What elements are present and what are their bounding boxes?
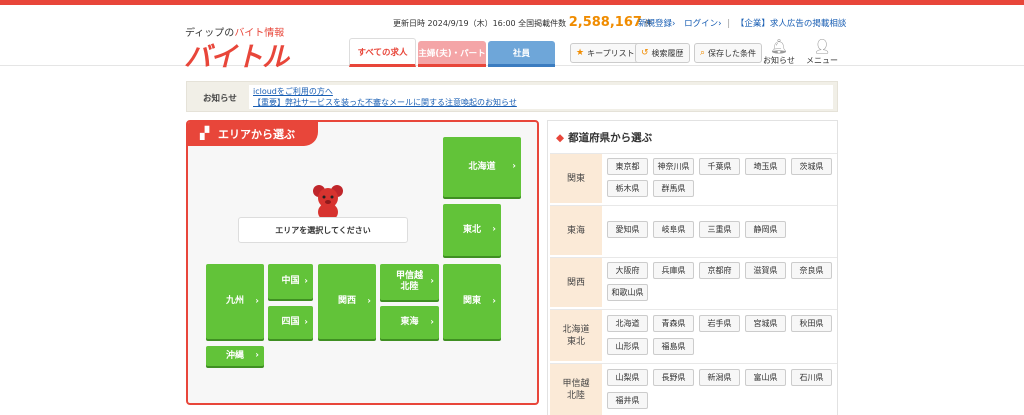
chevron-right-icon: › xyxy=(718,19,722,29)
region-okinawa[interactable]: 沖縄 › xyxy=(206,346,264,366)
region-kanto[interactable]: 関東 › xyxy=(443,264,501,339)
pref-button[interactable]: 石川県 xyxy=(791,369,832,386)
pref-button[interactable]: 大阪府 xyxy=(607,262,648,279)
notice-bar: お知らせ icloudをご利用の方へ 【重要】弊社サービスを装った不審なメールに… xyxy=(186,81,838,112)
pref-button[interactable]: 岐阜県 xyxy=(653,221,694,238)
login-link[interactable]: ログイン xyxy=(684,19,718,29)
chevron-right-icon: › xyxy=(430,276,434,287)
pref-button[interactable]: 福井県 xyxy=(607,392,648,409)
pref-group-tokai: 東海 愛知県 岐阜県 三重県 静岡県 xyxy=(550,205,837,255)
pref-button[interactable]: 富山県 xyxy=(745,369,786,386)
pref-button[interactable]: 東京都 xyxy=(607,158,648,175)
pref-button[interactable]: 青森県 xyxy=(653,315,694,332)
chevron-right-icon: › xyxy=(304,317,308,327)
pref-group-kansai: 関西 大阪府 兵庫県 京都府 滋賀県 奈良県 和歌山県 xyxy=(550,257,837,307)
notice-link[interactable]: 【重要】弊社サービスを装った不審なメールに関する注意喚起のお知らせ xyxy=(253,97,829,108)
pref-group-label: 東海 xyxy=(550,206,602,255)
updated-value: 2024/9/19（木）16:00 xyxy=(427,19,516,28)
tab-all-jobs[interactable]: すべての求人 xyxy=(349,38,416,67)
region-hokkaido[interactable]: 北海道 › xyxy=(443,137,521,197)
pref-button[interactable]: 福島県 xyxy=(653,338,694,355)
chevron-right-icon: › xyxy=(512,161,516,172)
chevron-right-icon: › xyxy=(255,296,259,306)
chevron-right-icon: › xyxy=(255,350,259,361)
search-icon: ⌕ xyxy=(700,48,706,58)
prefecture-panel-title: ◆ 都道府県から選ぶ xyxy=(556,132,653,144)
notice-link[interactable]: icloudをご利用の方へ xyxy=(253,86,829,97)
pref-button[interactable]: 岩手県 xyxy=(699,315,740,332)
updated-label: 更新日時 xyxy=(393,19,425,28)
user-icon: 👤︎ xyxy=(813,39,831,55)
pref-button[interactable]: 山梨県 xyxy=(607,369,648,386)
region-tokai[interactable]: 東海 › xyxy=(380,306,439,339)
pref-button[interactable]: 山形県 xyxy=(607,338,648,355)
pref-button[interactable]: 奈良県 xyxy=(791,262,832,279)
pin-icon: ◆ xyxy=(556,132,565,144)
region-shikoku[interactable]: 四国 › xyxy=(268,306,313,339)
pref-group-hokkaido-tohoku: 北海道 東北 北海道 青森県 岩手県 宮城県 秋田県 山形県 福島県 xyxy=(550,309,837,361)
pref-button[interactable]: 群馬県 xyxy=(653,180,694,197)
chevron-right-icon: › xyxy=(492,224,496,235)
total-label: 全国掲載件数 xyxy=(518,19,567,28)
chevron-right-icon: › xyxy=(672,19,676,29)
pref-button[interactable]: 北海道 xyxy=(607,315,648,332)
pref-button[interactable]: 滋賀県 xyxy=(745,262,786,279)
history-icon: ↺ xyxy=(641,48,649,58)
site-header: ディップのバイト情報 バイトル 更新日時 2024/9/19（木）16:00 全… xyxy=(0,5,1024,73)
notice-list: icloudをご利用の方へ 【重要】弊社サービスを装った不審なメールに関する注意… xyxy=(249,85,833,109)
pref-group-label: 北海道 東北 xyxy=(550,310,602,361)
prefecture-panel: ◆ 都道府県から選ぶ 関東 東京都 神奈川県 千葉県 埼玉県 茨城県 栃木県 群馬… xyxy=(547,120,838,415)
notify-button[interactable]: 🔔︎ お知らせ xyxy=(763,39,795,66)
pref-button[interactable]: 兵庫県 xyxy=(653,262,694,279)
chevron-right-icon: › xyxy=(304,276,308,286)
top-links: 新規登録› ログイン› | 【企業】求人広告の掲載相談 xyxy=(638,19,847,29)
pref-group-kanto: 関東 東京都 神奈川県 千葉県 埼玉県 茨城県 栃木県 群馬県 xyxy=(550,153,837,203)
pref-button[interactable]: 長野県 xyxy=(653,369,694,386)
pref-group-label: 関西 xyxy=(550,258,602,307)
pref-button[interactable]: 和歌山県 xyxy=(607,284,648,301)
region-koshinetsu[interactable]: 甲信越 北陸 › xyxy=(380,264,439,300)
total-count: 2,588,167 xyxy=(568,15,642,30)
pref-button[interactable]: 神奈川県 xyxy=(653,158,694,175)
register-link[interactable]: 新規登録 xyxy=(638,19,672,29)
region-tohoku[interactable]: 東北 › xyxy=(443,204,501,256)
pref-group-label: 甲信越 北陸 xyxy=(550,364,602,415)
site-logo[interactable]: バイトル xyxy=(184,35,289,74)
pref-button[interactable]: 新潟県 xyxy=(699,369,740,386)
map-icon: ▞ xyxy=(200,126,210,140)
pref-group-label: 関東 xyxy=(550,154,602,203)
area-select-prompt: エリアを選択してください xyxy=(238,217,408,243)
notice-label: お知らせ xyxy=(203,94,237,104)
star-icon: ★ xyxy=(576,48,585,58)
pref-button[interactable]: 秋田県 xyxy=(791,315,832,332)
pref-button[interactable]: 栃木県 xyxy=(607,180,648,197)
pref-button[interactable]: 千葉県 xyxy=(699,158,740,175)
history-button[interactable]: ↺ 検索履歴 xyxy=(635,43,690,63)
saved-conditions-button[interactable]: ⌕ 保存した条件 xyxy=(694,43,763,63)
pref-button[interactable]: 静岡県 xyxy=(745,221,786,238)
area-panel-title: ▞ エリアから選ぶ xyxy=(188,122,318,146)
keeplist-button[interactable]: ★ キープリスト xyxy=(570,43,641,63)
region-kyushu[interactable]: 九州 › xyxy=(206,264,264,339)
pref-button[interactable]: 宮城県 xyxy=(745,315,786,332)
tab-employee[interactable]: 社員 xyxy=(488,41,555,67)
pref-button[interactable]: 愛知県 xyxy=(607,221,648,238)
menu-button[interactable]: 👤︎ メニュー xyxy=(806,39,838,66)
corporate-link[interactable]: 【企業】求人広告の掲載相談 xyxy=(736,19,847,29)
bell-icon: 🔔︎ xyxy=(770,39,788,55)
pref-button[interactable]: 茨城県 xyxy=(791,158,832,175)
region-kansai[interactable]: 関西 › xyxy=(318,264,376,339)
pref-button[interactable]: 三重県 xyxy=(699,221,740,238)
pref-group-koshinetsu: 甲信越 北陸 山梨県 長野県 新潟県 富山県 石川県 福井県 xyxy=(550,363,837,415)
pref-button[interactable]: 京都府 xyxy=(699,262,740,279)
area-panel: ▞ エリアから選ぶ エリアを選択してください 北海道 › 東北 › 九州 › 中国 › … xyxy=(186,120,539,405)
stats-line: 更新日時 2024/9/19（木）16:00 全国掲載件数 2,588,167 … xyxy=(393,15,652,30)
chevron-right-icon: › xyxy=(492,296,496,306)
region-chugoku[interactable]: 中国 › xyxy=(268,264,313,299)
chevron-right-icon: › xyxy=(430,317,434,327)
pref-button[interactable]: 埼玉県 xyxy=(745,158,786,175)
tab-part-time[interactable]: 主婦(夫)・パート xyxy=(418,41,486,67)
chevron-right-icon: › xyxy=(367,296,371,306)
